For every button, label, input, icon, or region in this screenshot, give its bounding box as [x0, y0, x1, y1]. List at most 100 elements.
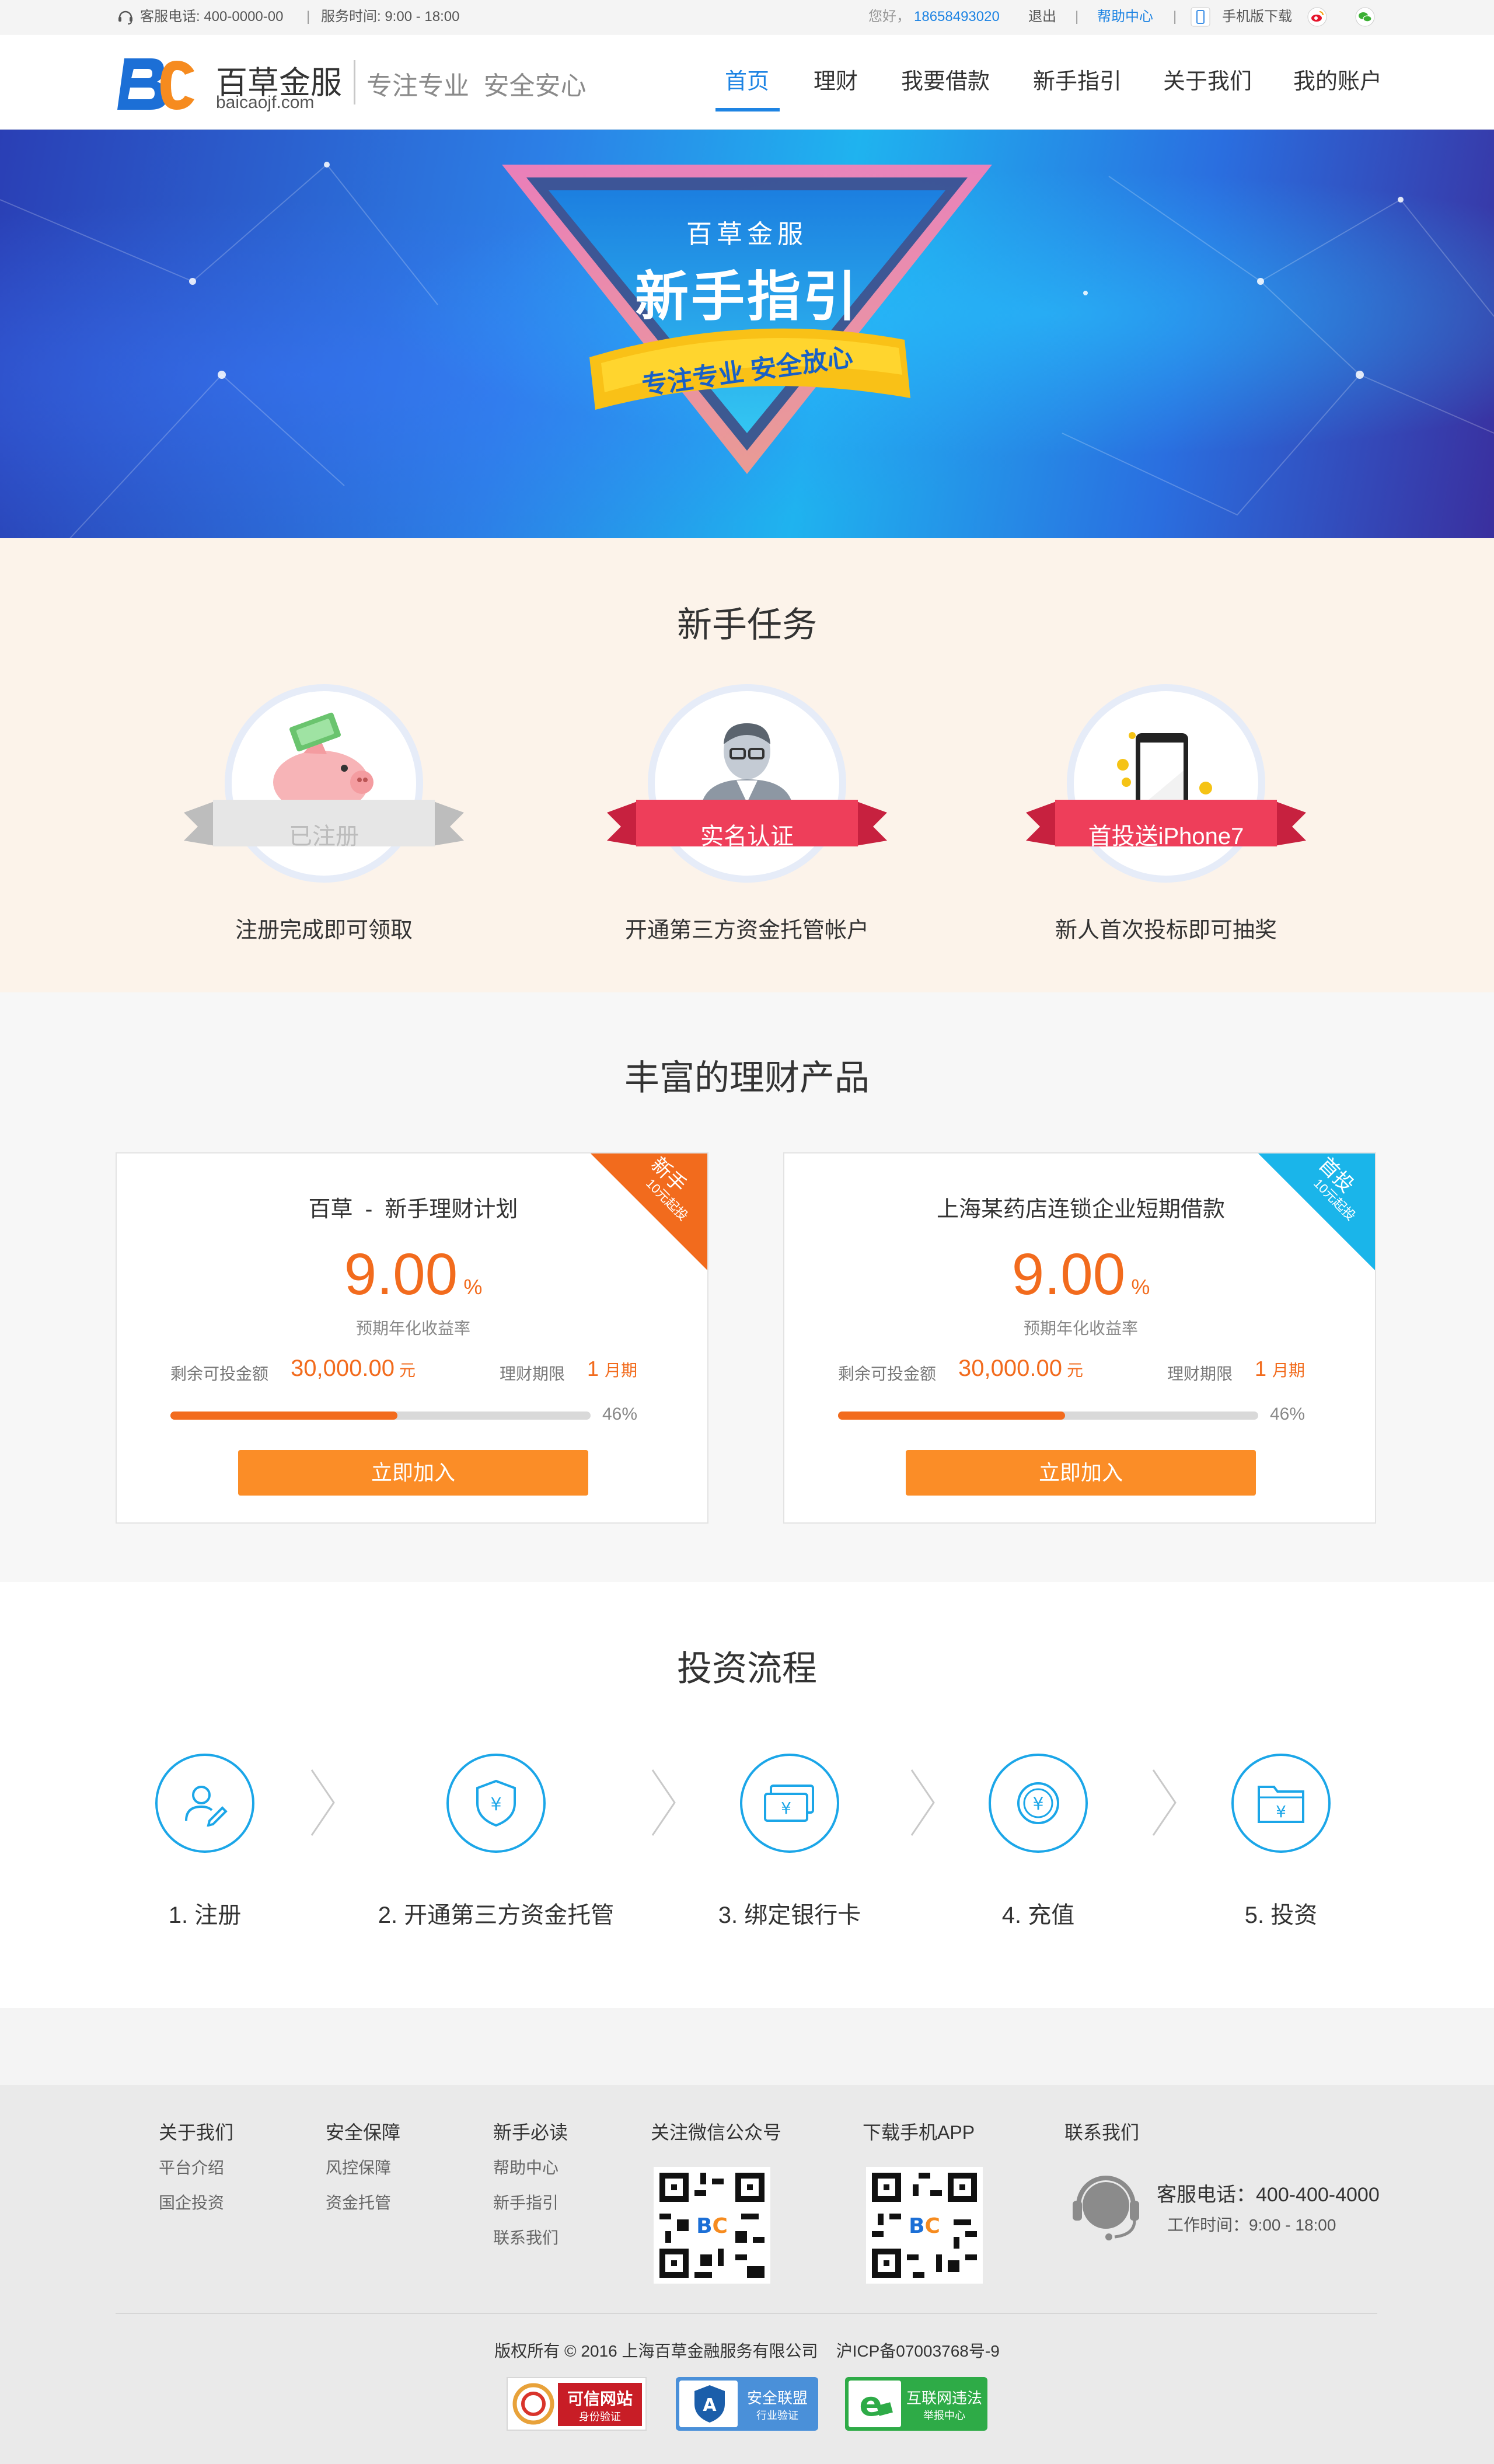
footer-col-head: 安全保障 [326, 2122, 401, 2143]
rate-label: 预期年化收益率 [1023, 1319, 1138, 1337]
footer-link[interactable]: 资金托管 [326, 2190, 391, 2214]
shield-a-icon: A [694, 2385, 725, 2423]
footer-link[interactable]: 联系我们 [493, 2225, 558, 2249]
step-circle-register [155, 1754, 254, 1853]
nav-guide[interactable]: 新手指引 [1033, 34, 1122, 129]
badge-title: 互联网违法 [906, 2389, 982, 2407]
help-center-link[interactable]: 帮助中心 [1097, 0, 1153, 34]
rate-unit: % [1131, 1275, 1150, 1299]
task-desc-first-invest: 新人首次投标即可抽奖 [1055, 918, 1277, 943]
trusted-site-badge[interactable]: 可信网站 身份验证 [507, 2377, 647, 2431]
footer-divider [116, 2313, 1377, 2314]
hotline-text: 客服电话: 400-0000-00 [140, 9, 284, 25]
svg-text:A: A [703, 2395, 717, 2416]
chevron-right-icon [649, 1768, 678, 1841]
customer-service-icon [1068, 2169, 1144, 2248]
user-phone-link[interactable]: 18658493020 [914, 0, 1000, 34]
nav-home[interactable]: 首页 [725, 34, 769, 129]
term-label: 理财期限 [1167, 1365, 1233, 1383]
nav-borrow[interactable]: 我要借款 [901, 34, 990, 129]
illegal-report-badge[interactable]: e 互联网违法 举报中心 [845, 2377, 987, 2431]
divider: | [1173, 9, 1177, 25]
step-circle-bank-card: ¥ [740, 1754, 839, 1853]
progress-text: 46% [1270, 1404, 1305, 1424]
footer-link[interactable]: 国企投资 [159, 2190, 224, 2214]
step-label: 2. 开通第三方资金托管 [378, 1902, 615, 1928]
rate-value: 9.00 [1011, 1242, 1126, 1307]
footer-link[interactable]: 帮助中心 [493, 2155, 558, 2179]
greeting: 您好， [868, 9, 910, 25]
nav-invest[interactable]: 理财 [814, 34, 858, 129]
wechat-icon[interactable] [1355, 7, 1375, 33]
svg-text:¥: ¥ [781, 1799, 791, 1818]
footer-link[interactable]: 平台介绍 [159, 2155, 224, 2179]
product-card[interactable]: 新手 10元起投 百草 - 新手理财计划 9.00% 预期年化收益率 剩余可投金… [116, 1152, 708, 1524]
site-footer: 关于我们 平台介绍 国企投资 安全保障 风控保障 资金托管 新手必读 帮助中心 … [0, 2085, 1494, 2464]
app-qr-title: 下载手机APP [863, 2122, 975, 2143]
task-badge-verify: 实名认证 [700, 824, 794, 849]
copyright: 版权所有 © 2016 上海百草金融服务有限公司 沪ICP备07003768号-… [494, 2342, 1000, 2360]
nav-account[interactable]: 我的账户 [1293, 34, 1382, 129]
nav-about[interactable]: 关于我们 [1163, 34, 1252, 129]
footer-link[interactable]: 风控保障 [326, 2155, 391, 2179]
app-qr-code: BC [866, 2167, 983, 2284]
step-label: 5. 投资 [1244, 1902, 1318, 1928]
term-value: 1 月期 [1255, 1357, 1305, 1381]
contact-title: 联系我们 [1064, 2122, 1140, 2143]
product-name: 上海某药店连锁企业短期借款 [936, 1197, 1225, 1222]
term-value: 1 月期 [587, 1357, 638, 1381]
security-alliance-badge[interactable]: A 安全联盟 行业验证 [676, 2377, 818, 2431]
brand-slogan: 专注专业 安全安心 [366, 72, 587, 100]
bank-card-icon: ¥ [764, 1785, 814, 1822]
user-edit-icon [185, 1786, 228, 1827]
remain-label: 剩余可投金额 [170, 1365, 269, 1383]
logo-divider [354, 60, 355, 104]
progress-fill [838, 1412, 1065, 1420]
step-circle-invest: ¥ [1231, 1754, 1331, 1853]
banner-title: 新手指引 [634, 267, 859, 327]
folder-yuan-icon: ¥ [1258, 1786, 1304, 1823]
rate-unit: % [463, 1275, 483, 1299]
step-label: 3. 绑定银行卡 [718, 1902, 861, 1928]
service-hours: 服务时间: 9:00 - 18:00 [321, 9, 460, 25]
step-label: 1. 注册 [168, 1902, 242, 1928]
mobile-icon [1191, 7, 1210, 33]
contact-hours: 工作时间：9:00 - 18:00 [1167, 2216, 1336, 2234]
svg-text:¥: ¥ [1032, 1794, 1043, 1814]
progress-track [170, 1412, 591, 1420]
step-circle-recharge: ¥ [989, 1754, 1088, 1853]
brand-logo-mark[interactable] [114, 54, 198, 112]
footer-link[interactable]: 新手指引 [493, 2190, 558, 2214]
wechat-qr-code: BC [654, 2167, 770, 2284]
section-spacer [0, 2008, 1494, 2085]
progress-fill [170, 1412, 397, 1420]
shield-yuan-icon: ¥ [476, 1779, 516, 1827]
wechat-qr-title: 关注微信公众号 [651, 2122, 782, 2143]
product-card[interactable]: 首投 10元起投 上海某药店连锁企业短期借款 9.00% 预期年化收益率 剩余可… [783, 1152, 1376, 1524]
footer-col-head: 关于我们 [159, 2122, 234, 2143]
step-circle-escrow: ¥ [446, 1754, 546, 1853]
mobile-download-link[interactable]: 手机版下载 [1222, 0, 1292, 34]
svg-text:¥: ¥ [490, 1794, 501, 1815]
weibo-icon[interactable] [1307, 7, 1327, 33]
remain-amount: 30,000.00 元 [958, 1355, 1083, 1381]
process-title: 投资流程 [677, 1649, 817, 1688]
rate-label: 预期年化收益率 [355, 1319, 470, 1337]
tasks-title: 新手任务 [677, 605, 817, 644]
progress-track [838, 1412, 1258, 1420]
rate-value: 9.00 [344, 1242, 458, 1307]
brand-domain: baicaojf.com [216, 93, 315, 112]
badge-title: 可信网站 [567, 2390, 633, 2408]
svg-text:¥: ¥ [1276, 1802, 1286, 1821]
nav-active-underline [715, 108, 780, 111]
coin-yuan-icon: ¥ [1017, 1782, 1059, 1824]
svg-text:BC: BC [909, 2214, 940, 2238]
join-button[interactable]: 立即加入 [238, 1450, 588, 1496]
report-e-icon: e [859, 2384, 893, 2424]
join-button[interactable]: 立即加入 [906, 1450, 1256, 1496]
chevron-right-icon [908, 1768, 937, 1841]
product-name: 百草 - 新手理财计划 [308, 1197, 518, 1222]
svg-text:e: e [859, 2384, 882, 2424]
logout-link[interactable]: 退出 [1028, 0, 1056, 34]
product-rate: 9.00% [117, 1241, 707, 1308]
